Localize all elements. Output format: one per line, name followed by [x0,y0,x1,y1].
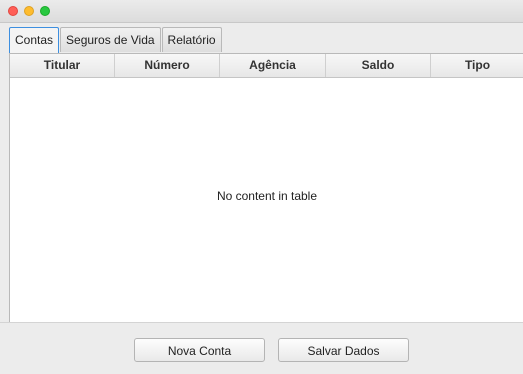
minimize-window-button[interactable] [24,6,34,16]
accounts-table[interactable]: Titular Número Agência Saldo Tipo No con… [9,53,523,322]
save-data-button[interactable]: Salvar Dados [278,338,409,362]
app-window: Contas Seguros de Vida Relatório Titular… [0,0,523,374]
close-window-button[interactable] [8,6,18,16]
tab-bar: Contas Seguros de Vida Relatório [9,27,223,53]
title-bar [0,0,523,23]
column-header-saldo[interactable]: Saldo [326,54,431,77]
column-header-tipo[interactable]: Tipo [431,54,523,77]
new-account-button[interactable]: Nova Conta [134,338,265,362]
tab-seguros-de-vida[interactable]: Seguros de Vida [60,27,161,52]
column-header-titular[interactable]: Titular [10,54,115,77]
maximize-window-button[interactable] [40,6,50,16]
tab-relatorio[interactable]: Relatório [161,27,222,52]
button-bar: Nova Conta Salvar Dados [0,322,523,374]
empty-table-message: No content in table [216,189,318,203]
tab-contas[interactable]: Contas [9,27,60,53]
column-header-numero[interactable]: Número [115,54,220,77]
column-header-agencia[interactable]: Agência [220,54,326,77]
table-header: Titular Número Agência Saldo Tipo [10,54,523,78]
